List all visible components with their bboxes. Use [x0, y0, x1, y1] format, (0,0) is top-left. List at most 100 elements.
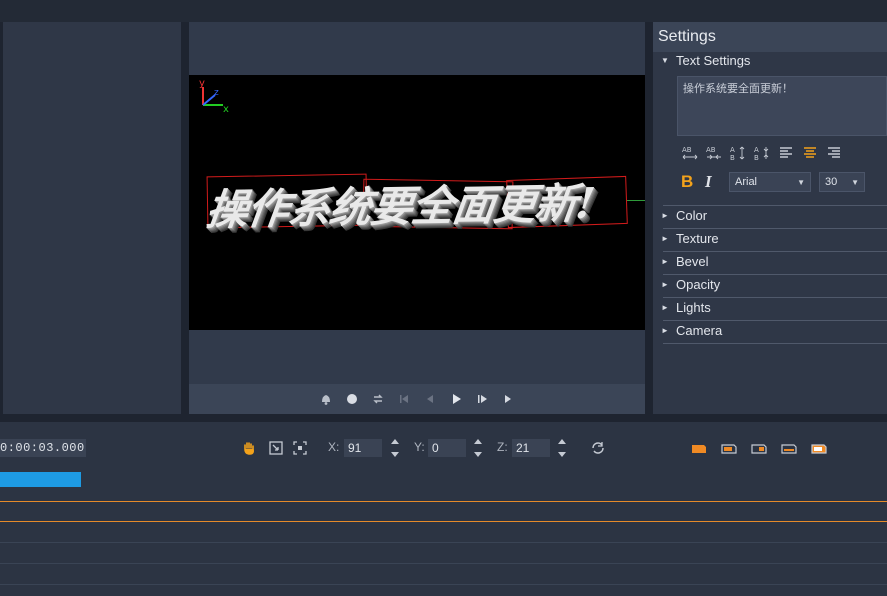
- go-start-icon[interactable]: [396, 391, 412, 407]
- collapsed-triangle-icon: ►: [661, 234, 669, 243]
- step-down-icon[interactable]: [390, 451, 400, 458]
- timeline-track: [0, 522, 887, 543]
- svg-text:B: B: [730, 154, 735, 162]
- letter-spacing-narrow-icon[interactable]: AB: [705, 144, 723, 162]
- bold-button[interactable]: B: [681, 172, 697, 192]
- preset-5-icon[interactable]: [810, 439, 828, 457]
- collapsed-triangle-icon: ►: [661, 211, 669, 220]
- z-stepper[interactable]: [556, 438, 568, 458]
- divider: [663, 343, 887, 344]
- 3d-title-text[interactable]: 操作系统要全面更新!: [203, 170, 598, 238]
- preset-4-icon[interactable]: [780, 439, 798, 457]
- bell-icon[interactable]: [318, 391, 334, 407]
- settings-panel: Settings ▼ Text Settings 操作系统要全面更新！ AB A…: [653, 22, 887, 414]
- align-left-icon[interactable]: [777, 144, 795, 162]
- expand-triangle-icon: ▼: [661, 56, 669, 65]
- divider: [663, 320, 887, 321]
- x-position-input[interactable]: 91: [344, 439, 382, 457]
- preset-2-icon[interactable]: [720, 439, 738, 457]
- font-family-select[interactable]: Arial ▼: [729, 172, 811, 192]
- x-label: X:: [328, 440, 340, 454]
- svg-text:AB: AB: [682, 146, 692, 154]
- axis-x-label: x: [223, 104, 229, 113]
- text-settings-label: Text Settings: [676, 53, 751, 68]
- section-label: Camera: [676, 323, 723, 338]
- text-settings-header[interactable]: ▼ Text Settings: [661, 53, 750, 68]
- record-icon[interactable]: [344, 391, 360, 407]
- section-lights[interactable]: ► Lights: [661, 300, 711, 315]
- go-end-icon[interactable]: [500, 391, 516, 407]
- play-icon[interactable]: [448, 391, 464, 407]
- letter-spacing-wide-icon[interactable]: AB: [681, 144, 699, 162]
- track-line: [0, 501, 887, 502]
- y-position-input[interactable]: 0: [428, 439, 466, 457]
- svg-text:B: B: [754, 154, 759, 162]
- section-label: Lights: [676, 300, 711, 315]
- prev-frame-icon[interactable]: [422, 391, 438, 407]
- svg-text:A: A: [754, 146, 759, 154]
- chevron-down-icon: ▼: [797, 177, 805, 187]
- loop-icon[interactable]: [370, 391, 386, 407]
- reset-icon[interactable]: [589, 439, 607, 457]
- x-stepper[interactable]: [389, 438, 401, 458]
- preview-panel: y x z 操作系统要全面更新!: [189, 22, 645, 414]
- step-up-icon[interactable]: [390, 438, 400, 445]
- collapsed-triangle-icon: ►: [661, 326, 669, 335]
- divider: [663, 251, 887, 252]
- collapsed-triangle-icon: ►: [661, 280, 669, 289]
- timeline-toolbar: 0:00:03.000 X: 91 Y: 0 Z: 21: [0, 422, 887, 472]
- font-style-row: B I Arial ▼ 30 ▼: [681, 172, 865, 192]
- section-label: Bevel: [676, 254, 709, 269]
- collapsed-triangle-icon: ►: [661, 257, 669, 266]
- align-center-icon[interactable]: [801, 144, 819, 162]
- divider: [663, 228, 887, 229]
- section-label: Texture: [676, 231, 719, 246]
- text-format-toolbar: AB AB AB AB: [681, 144, 843, 162]
- z-label: Z:: [497, 440, 508, 454]
- chevron-down-icon: ▼: [851, 177, 859, 187]
- font-size-value: 30: [825, 176, 838, 188]
- divider: [663, 205, 887, 206]
- move-icon[interactable]: [267, 439, 285, 457]
- section-texture[interactable]: ► Texture: [661, 231, 719, 246]
- scale-icon[interactable]: [291, 439, 309, 457]
- step-up-icon[interactable]: [473, 438, 483, 445]
- section-color[interactable]: ► Color: [661, 208, 707, 223]
- app-window: y x z 操作系统要全面更新! Settings ▼ Text Setting…: [0, 0, 887, 596]
- y-stepper[interactable]: [472, 438, 484, 458]
- transport-bar: [189, 384, 645, 414]
- step-down-icon[interactable]: [557, 451, 567, 458]
- section-bevel[interactable]: ► Bevel: [661, 254, 709, 269]
- section-camera[interactable]: ► Camera: [661, 323, 722, 338]
- preset-3-icon[interactable]: [750, 439, 768, 457]
- section-label: Color: [676, 208, 708, 223]
- axis-z-label: z: [214, 88, 219, 98]
- italic-button[interactable]: I: [705, 172, 721, 192]
- axis-gizmo-icon: y x z: [199, 78, 229, 113]
- svg-text:AB: AB: [706, 146, 716, 154]
- preset-1-icon[interactable]: [690, 439, 708, 457]
- z-position-input[interactable]: 21: [512, 439, 550, 457]
- collapsed-triangle-icon: ►: [661, 303, 669, 312]
- line-spacing-wide-icon[interactable]: AB: [729, 144, 747, 162]
- svg-text:A: A: [730, 146, 735, 154]
- axis-y-label: y: [199, 78, 205, 89]
- timecode-display[interactable]: 0:00:03.000: [0, 439, 86, 457]
- library-panel: [3, 22, 181, 414]
- section-opacity[interactable]: ► Opacity: [661, 277, 720, 292]
- timeline-track: [0, 543, 887, 564]
- preview-canvas[interactable]: y x z 操作系统要全面更新!: [189, 75, 645, 330]
- next-frame-icon[interactable]: [474, 391, 490, 407]
- hand-icon[interactable]: [240, 439, 258, 457]
- align-right-icon[interactable]: [825, 144, 843, 162]
- y-label: Y:: [414, 440, 425, 454]
- divider: [663, 274, 887, 275]
- timeline-track: [0, 564, 887, 585]
- title-text-input[interactable]: 操作系统要全面更新！: [677, 76, 887, 136]
- timeline-panel: 0:00:03.000 X: 91 Y: 0 Z: 21: [0, 422, 887, 596]
- font-size-select[interactable]: 30 ▼: [819, 172, 865, 192]
- step-up-icon[interactable]: [557, 438, 567, 445]
- line-spacing-narrow-icon[interactable]: AB: [753, 144, 771, 162]
- step-down-icon[interactable]: [473, 451, 483, 458]
- timeline-track: [0, 472, 887, 502]
